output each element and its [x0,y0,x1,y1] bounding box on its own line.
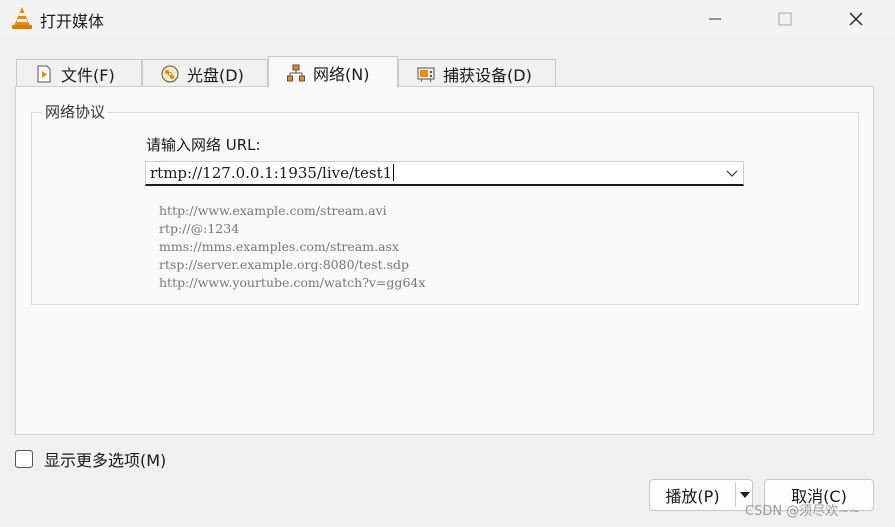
tab-disc[interactable]: 光盘(D) [142,59,268,87]
show-more-options[interactable]: 显示更多选项(M) [15,447,166,471]
disc-icon [161,65,179,82]
tab-network-label: 网络(N) [313,64,370,84]
group-title: 网络协议 [42,101,109,122]
caret-down-icon [739,492,750,498]
tab-file-label: 文件(F) [61,65,115,85]
close-button[interactable] [821,0,891,38]
tab-file[interactable]: 文件(F) [16,59,142,87]
window-title: 打开媒体 [40,12,105,31]
network-protocol-group: 网络协议 请输入网络 URL: rtmp://127.0.0.1:1935/li… [31,101,859,305]
network-panel: 网络协议 请输入网络 URL: rtmp://127.0.0.1:1935/li… [15,86,874,435]
minimize-button[interactable] [680,0,750,38]
play-button[interactable]: 播放(P) [650,480,735,510]
url-combobox[interactable]: rtmp://127.0.0.1:1935/live/test1 [145,161,744,186]
tab-disc-label: 光盘(D) [187,65,244,85]
example-url: rtsp://server.example.org:8080/test.sdp [159,257,409,272]
example-url: http://www.yourtube.com/watch?v=gg64x [159,275,426,290]
url-label: 请输入网络 URL: [146,136,261,154]
url-examples: http://www.example.com/stream.avi rtp://… [159,202,425,292]
title-bar: 打开媒体 [0,0,895,38]
network-icon [287,64,305,81]
url-input[interactable]: rtmp://127.0.0.1:1935/live/test1 [150,164,392,182]
show-more-checkbox[interactable] [15,450,33,468]
example-url: mms://mms.examples.com/stream.asx [159,239,399,254]
chevron-down-icon[interactable] [725,165,739,181]
tab-network[interactable]: 网络(N) [268,56,398,88]
watermark: CSDN @须尽欢~~ [745,504,860,519]
file-play-icon [37,65,51,82]
example-url: http://www.example.com/stream.avi [159,203,387,218]
vlc-cone-icon [12,7,32,29]
maximize-button[interactable] [750,0,820,38]
text-cursor [393,164,395,181]
play-split-button[interactable]: 播放(P) [649,479,753,511]
capture-device-icon [417,67,435,82]
tab-capture-device-label: 捕获设备(D) [443,65,532,85]
close-icon [849,12,863,26]
example-url: rtp://@:1234 [159,221,240,236]
minimize-icon [709,18,721,20]
url-input-wrapper[interactable]: rtmp://127.0.0.1:1935/live/test1 [150,164,395,182]
maximize-icon [778,12,792,26]
tab-capture-device[interactable]: 捕获设备(D) [398,59,556,87]
show-more-label[interactable]: 显示更多选项(M) [44,447,166,471]
